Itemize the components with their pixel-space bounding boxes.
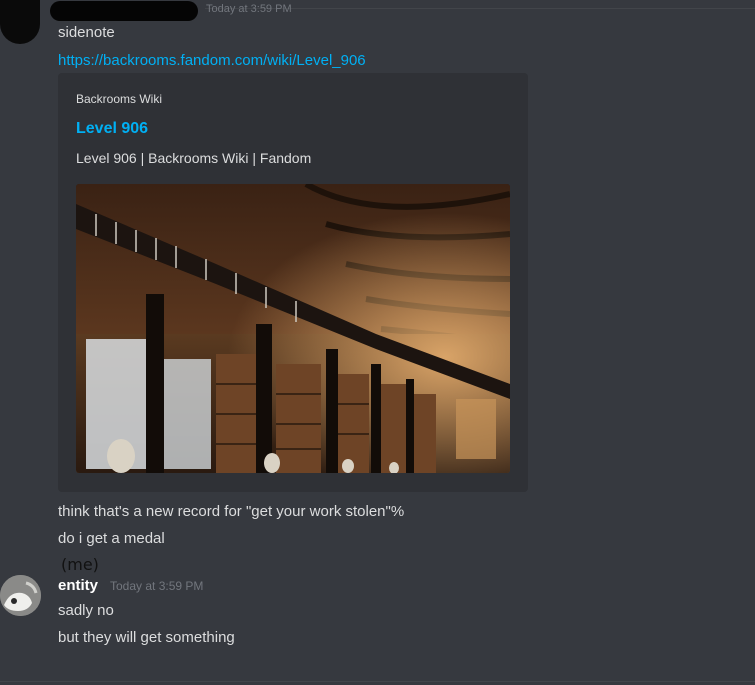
library-photo xyxy=(76,184,510,473)
message-text-medal: do i get a medal xyxy=(58,530,165,547)
reply-timestamp: Today at 3:59 PM xyxy=(110,579,204,593)
message-timestamp: Today at 3:59 PM xyxy=(206,3,292,15)
redacted-avatar[interactable] xyxy=(0,0,40,44)
embed-image[interactable] xyxy=(76,184,510,473)
embed-title-link[interactable]: Level 906 xyxy=(76,119,148,139)
me-annotation: (me) xyxy=(61,555,99,574)
reply-text-something: but they will get something xyxy=(58,629,235,646)
redacted-username[interactable] xyxy=(50,1,198,21)
link-embed: Backrooms Wiki Level 906 Level 906 | Bac… xyxy=(58,73,528,492)
reply-text-sadly-no: sadly no xyxy=(58,602,114,619)
message-divider-bottom xyxy=(0,681,755,682)
avatar-image-icon xyxy=(0,575,41,616)
message-text-record: think that's a new record for "get your … xyxy=(58,503,405,520)
embed-description: Level 906 | Backrooms Wiki | Fandom xyxy=(76,150,312,166)
message-text-sidenote: sidenote xyxy=(58,24,115,41)
username[interactable]: entity xyxy=(58,577,98,595)
message-link[interactable]: https://backrooms.fandom.com/wiki/Level_… xyxy=(58,52,366,69)
embed-provider[interactable]: Backrooms Wiki xyxy=(76,92,162,106)
user-avatar[interactable] xyxy=(0,575,41,616)
chat-view: Today at 3:59 PM sidenote https://backro… xyxy=(0,0,755,685)
